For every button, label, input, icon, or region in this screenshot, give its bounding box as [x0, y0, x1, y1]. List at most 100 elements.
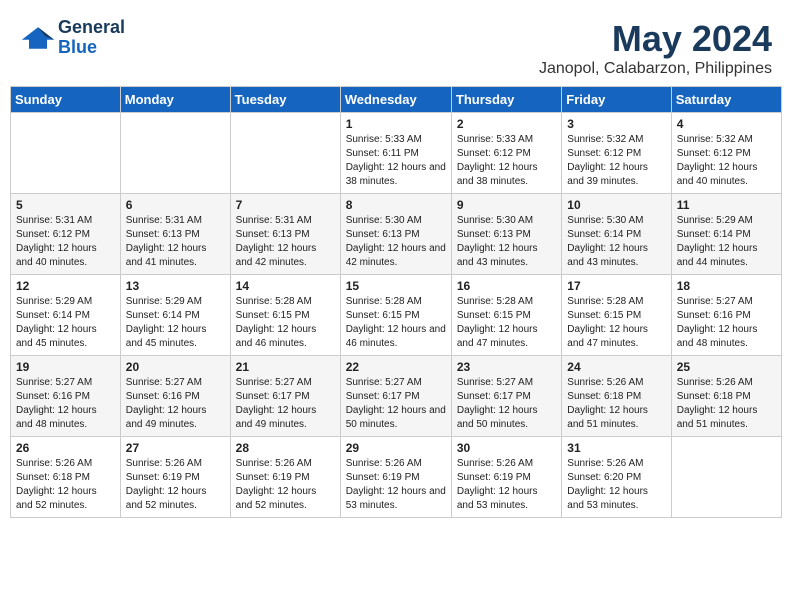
- calendar-cell: 20 Sunrise: 5:27 AMSunset: 6:16 PMDayligh…: [120, 356, 230, 437]
- day-info: Sunrise: 5:29 AMSunset: 6:14 PMDaylight:…: [16, 295, 115, 351]
- day-info: Sunrise: 5:33 AMSunset: 6:11 PMDaylight:…: [346, 133, 446, 189]
- calendar-week-1: 1Sunrise: 5:33 AMSunset: 6:11 PMDaylight…: [11, 113, 782, 194]
- calendar-cell: 14Sunrise: 5:28 AMSunset: 6:15 PMDayligh…: [230, 275, 340, 356]
- calendar-week-3: 12 Sunrise: 5:29 AMSunset: 6:14 PMDayligh…: [11, 275, 782, 356]
- day-info: Sunrise: 5:29 AMSunset: 6:14 PMDaylight:…: [126, 295, 225, 351]
- day-info: Sunrise: 5:27 AMSunset: 6:17 PMDaylight:…: [236, 376, 335, 432]
- day-number: 30: [457, 441, 556, 455]
- day-number: 10: [567, 198, 665, 212]
- calendar-cell: 26Sunrise: 5:26 AMSunset: 6:18 PMDayligh…: [11, 437, 121, 518]
- logo-name-part1: General: [58, 18, 125, 38]
- calendar-cell: 1Sunrise: 5:33 AMSunset: 6:11 PMDaylight…: [340, 113, 451, 194]
- day-info: Sunrise: 5:32 AMSunset: 6:12 PMDaylight:…: [677, 133, 776, 189]
- calendar-cell: 5 Sunrise: 5:31 AMSunset: 6:12 PMDaylight…: [11, 194, 121, 275]
- day-number: 24: [567, 360, 665, 374]
- subtitle: Janopol, Calabarzon, Philippines: [539, 60, 772, 78]
- day-number: 19: [16, 360, 115, 374]
- calendar-cell: 3 Sunrise: 5:32 AMSunset: 6:12 PMDaylight…: [562, 113, 671, 194]
- day-number: 20: [126, 360, 225, 374]
- day-number: 12: [16, 279, 115, 293]
- calendar-cell: 29Sunrise: 5:26 AMSunset: 6:19 PMDayligh…: [340, 437, 451, 518]
- day-number: 29: [346, 441, 446, 455]
- calendar-cell: 17 Sunrise: 5:28 AMSunset: 6:15 PMDayligh…: [562, 275, 671, 356]
- day-number: 11: [677, 198, 776, 212]
- day-number: 8: [346, 198, 446, 212]
- day-number: 14: [236, 279, 335, 293]
- day-info: Sunrise: 5:27 AMSunset: 6:16 PMDaylight:…: [126, 376, 225, 432]
- day-number: 2: [457, 117, 556, 131]
- calendar-cell: 28Sunrise: 5:26 AMSunset: 6:19 PMDayligh…: [230, 437, 340, 518]
- calendar-body: 1Sunrise: 5:33 AMSunset: 6:11 PMDaylight…: [11, 113, 782, 518]
- calendar-week-2: 5 Sunrise: 5:31 AMSunset: 6:12 PMDaylight…: [11, 194, 782, 275]
- day-info: Sunrise: 5:28 AMSunset: 6:15 PMDaylight:…: [567, 295, 665, 351]
- calendar-cell: 18 Sunrise: 5:27 AMSunset: 6:16 PMDayligh…: [671, 275, 781, 356]
- calendar-cell: 13 Sunrise: 5:29 AMSunset: 6:14 PMDayligh…: [120, 275, 230, 356]
- day-info: Sunrise: 5:26 AMSunset: 6:19 PMDaylight:…: [236, 457, 335, 513]
- calendar-cell: 23 Sunrise: 5:27 AMSunset: 6:17 PMDayligh…: [451, 356, 561, 437]
- day-number: 17: [567, 279, 665, 293]
- day-info: Sunrise: 5:26 AMSunset: 6:18 PMDaylight:…: [567, 376, 665, 432]
- calendar-cell: 24 Sunrise: 5:26 AMSunset: 6:18 PMDayligh…: [562, 356, 671, 437]
- day-info: Sunrise: 5:31 AMSunset: 6:13 PMDaylight:…: [126, 214, 225, 270]
- day-info: Sunrise: 5:26 AMSunset: 6:20 PMDaylight:…: [567, 457, 665, 513]
- day-number: 5: [16, 198, 115, 212]
- weekday-header-wednesday: Wednesday: [340, 87, 451, 113]
- weekday-header-row: SundayMondayTuesdayWednesdayThursdayFrid…: [11, 87, 782, 113]
- logo-name-part2: Blue: [58, 38, 125, 58]
- calendar-header: SundayMondayTuesdayWednesdayThursdayFrid…: [11, 87, 782, 113]
- day-number: 9: [457, 198, 556, 212]
- calendar-cell: 25Sunrise: 5:26 AMSunset: 6:18 PMDayligh…: [671, 356, 781, 437]
- weekday-header-tuesday: Tuesday: [230, 87, 340, 113]
- day-info: Sunrise: 5:27 AMSunset: 6:16 PMDaylight:…: [16, 376, 115, 432]
- day-number: 23: [457, 360, 556, 374]
- day-number: 6: [126, 198, 225, 212]
- calendar-cell: [11, 113, 121, 194]
- calendar-cell: 15Sunrise: 5:28 AMSunset: 6:15 PMDayligh…: [340, 275, 451, 356]
- day-number: 18: [677, 279, 776, 293]
- day-info: Sunrise: 5:27 AMSunset: 6:17 PMDaylight:…: [457, 376, 556, 432]
- day-info: Sunrise: 5:26 AMSunset: 6:18 PMDaylight:…: [16, 457, 115, 513]
- weekday-header-sunday: Sunday: [11, 87, 121, 113]
- calendar-cell: 7Sunrise: 5:31 AMSunset: 6:13 PMDaylight…: [230, 194, 340, 275]
- calendar-cell: 31Sunrise: 5:26 AMSunset: 6:20 PMDayligh…: [562, 437, 671, 518]
- page-header: General Blue May 2024 Janopol, Calabarzo…: [10, 10, 782, 82]
- weekday-header-thursday: Thursday: [451, 87, 561, 113]
- day-number: 3: [567, 117, 665, 131]
- day-info: Sunrise: 5:28 AMSunset: 6:15 PMDaylight:…: [457, 295, 556, 351]
- weekday-header-saturday: Saturday: [671, 87, 781, 113]
- calendar-week-4: 19 Sunrise: 5:27 AMSunset: 6:16 PMDayligh…: [11, 356, 782, 437]
- day-info: Sunrise: 5:27 AMSunset: 6:17 PMDaylight:…: [346, 376, 446, 432]
- calendar-cell: 8 Sunrise: 5:30 AMSunset: 6:13 PMDaylight…: [340, 194, 451, 275]
- calendar-cell: 11 Sunrise: 5:29 AMSunset: 6:14 PMDayligh…: [671, 194, 781, 275]
- weekday-header-monday: Monday: [120, 87, 230, 113]
- calendar-cell: 27Sunrise: 5:26 AMSunset: 6:19 PMDayligh…: [120, 437, 230, 518]
- day-info: Sunrise: 5:33 AMSunset: 6:12 PMDaylight:…: [457, 133, 556, 189]
- day-info: Sunrise: 5:32 AMSunset: 6:12 PMDaylight:…: [567, 133, 665, 189]
- calendar-cell: 30 Sunrise: 5:26 AMSunset: 6:19 PMDayligh…: [451, 437, 561, 518]
- day-number: 25: [677, 360, 776, 374]
- calendar-cell: 16 Sunrise: 5:28 AMSunset: 6:15 PMDayligh…: [451, 275, 561, 356]
- day-number: 16: [457, 279, 556, 293]
- day-info: Sunrise: 5:30 AMSunset: 6:13 PMDaylight:…: [346, 214, 446, 270]
- calendar-cell: [120, 113, 230, 194]
- day-info: Sunrise: 5:31 AMSunset: 6:13 PMDaylight:…: [236, 214, 335, 270]
- logo-icon: [20, 20, 56, 56]
- day-number: 27: [126, 441, 225, 455]
- calendar-cell: 9Sunrise: 5:30 AMSunset: 6:13 PMDaylight…: [451, 194, 561, 275]
- calendar-cell: 10Sunrise: 5:30 AMSunset: 6:14 PMDayligh…: [562, 194, 671, 275]
- day-info: Sunrise: 5:26 AMSunset: 6:19 PMDaylight:…: [457, 457, 556, 513]
- calendar-table: SundayMondayTuesdayWednesdayThursdayFrid…: [10, 86, 782, 518]
- calendar-cell: 4Sunrise: 5:32 AMSunset: 6:12 PMDaylight…: [671, 113, 781, 194]
- day-number: 13: [126, 279, 225, 293]
- day-number: 22: [346, 360, 446, 374]
- day-number: 21: [236, 360, 335, 374]
- calendar-cell: 21 Sunrise: 5:27 AMSunset: 6:17 PMDayligh…: [230, 356, 340, 437]
- day-info: Sunrise: 5:29 AMSunset: 6:14 PMDaylight:…: [677, 214, 776, 270]
- day-info: Sunrise: 5:27 AMSunset: 6:16 PMDaylight:…: [677, 295, 776, 351]
- calendar-cell: 2 Sunrise: 5:33 AMSunset: 6:12 PMDaylight…: [451, 113, 561, 194]
- calendar-cell: [230, 113, 340, 194]
- calendar-cell: 6 Sunrise: 5:31 AMSunset: 6:13 PMDaylight…: [120, 194, 230, 275]
- calendar-cell: 22 Sunrise: 5:27 AMSunset: 6:17 PMDayligh…: [340, 356, 451, 437]
- day-info: Sunrise: 5:31 AMSunset: 6:12 PMDaylight:…: [16, 214, 115, 270]
- day-info: Sunrise: 5:28 AMSunset: 6:15 PMDaylight:…: [346, 295, 446, 351]
